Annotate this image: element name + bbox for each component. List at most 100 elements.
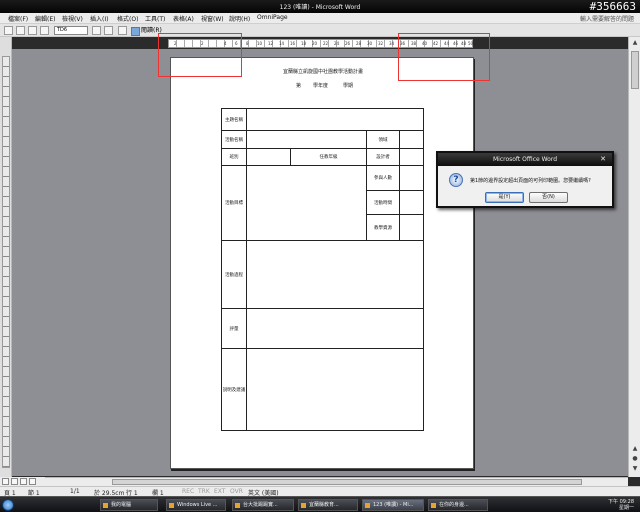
menu-bar: 檔案(F) 編輯(E) 檢視(V) 插入(I) 格式(O) 工具(T) 表格(A… bbox=[0, 13, 640, 24]
scroll-up-icon[interactable]: ▲ bbox=[631, 39, 639, 47]
taskbar-item[interactable]: 在你的身邊... bbox=[428, 499, 488, 511]
taskbar-item[interactable]: 台大批踢踢實... bbox=[232, 499, 294, 511]
window-titlebar[interactable]: 123 (唯讀) - Microsoft Word #356663 bbox=[0, 0, 640, 13]
web-layout-icon[interactable] bbox=[11, 478, 18, 485]
ruler-tick: 26 bbox=[345, 41, 351, 46]
menu-tools[interactable]: 工具(T) bbox=[145, 14, 165, 23]
status-pages: 1/1 bbox=[70, 488, 80, 495]
view-buttons bbox=[0, 477, 45, 486]
vertical-ruler[interactable] bbox=[2, 56, 10, 468]
status-bar: 頁 1 節 1 1/1 於 29.5cm 行 1 欄 1 REC TRK EXT… bbox=[0, 486, 640, 497]
status-rec[interactable]: REC bbox=[182, 488, 194, 495]
evaluation-label-cell: 評量 bbox=[221, 308, 247, 349]
class-value-cell[interactable] bbox=[246, 148, 291, 166]
document-page[interactable]: 宜蘭縣立凱旋國中社團教學活動計畫 第 學年度 學期 主題名稱 活動名稱 領域 班… bbox=[170, 57, 474, 469]
menu-help[interactable]: 說明(H) bbox=[229, 14, 250, 23]
previous-page-icon[interactable]: ▲ bbox=[631, 445, 639, 453]
status-ext[interactable]: EXT bbox=[214, 488, 225, 495]
process-value-cell[interactable] bbox=[246, 240, 424, 309]
open-icon[interactable] bbox=[16, 26, 25, 35]
menu-format[interactable]: 格式(O) bbox=[117, 14, 138, 23]
taskbar-item[interactable]: 宜蘭縣教育... bbox=[298, 499, 358, 511]
time-label-cell: 活動時間 bbox=[366, 190, 400, 215]
process-label-cell: 活動過程 bbox=[221, 240, 247, 309]
ruler-tick: 30 bbox=[367, 41, 373, 46]
subtitle-part: 學期 bbox=[343, 83, 354, 89]
windows-taskbar: 我的電腦 Windows Live ... 台大批踢踢實... 宜蘭縣教育...… bbox=[0, 496, 640, 512]
ruler-tick: 32 bbox=[378, 41, 384, 46]
ruler-tick: 12 bbox=[268, 41, 274, 46]
menu-file[interactable]: 檔案(F) bbox=[8, 14, 28, 23]
taskbar-item-active[interactable]: 123 (唯讀) - Mi... bbox=[362, 499, 424, 511]
menu-window[interactable]: 視窗(W) bbox=[201, 14, 224, 23]
vertical-scroll-thumb[interactable] bbox=[631, 51, 639, 89]
status-trk[interactable]: TRK bbox=[198, 488, 210, 495]
ruler-tick: 24 bbox=[334, 41, 340, 46]
ruler-tick: 20 bbox=[312, 41, 318, 46]
designer-label-cell: 設計者 bbox=[366, 148, 400, 166]
new-document-icon[interactable] bbox=[4, 26, 13, 35]
horizontal-scroll-thumb[interactable] bbox=[112, 479, 582, 485]
activity-label-cell: 活動名稱 bbox=[221, 130, 247, 149]
yes-button[interactable]: 是(Y) bbox=[485, 192, 524, 203]
evaluation-value-cell[interactable] bbox=[246, 308, 424, 349]
next-page-icon[interactable]: ▼ bbox=[631, 465, 639, 473]
notes-value-cell[interactable] bbox=[246, 348, 424, 431]
domain-value-cell[interactable] bbox=[399, 130, 424, 149]
class-label-cell: 班別 bbox=[221, 148, 247, 166]
menu-table[interactable]: 表格(A) bbox=[173, 14, 194, 23]
menu-edit[interactable]: 編輯(E) bbox=[35, 14, 55, 23]
participants-label-cell: 參與人數 bbox=[366, 165, 400, 191]
ruler-tick: 28 bbox=[356, 41, 362, 46]
subtitle-part: 第 bbox=[296, 83, 302, 89]
activity-value-cell[interactable] bbox=[246, 130, 367, 149]
notes-label-cell: 說明及建議 bbox=[221, 348, 247, 431]
save-icon[interactable] bbox=[28, 26, 37, 35]
topic-label-cell: 主題名稱 bbox=[221, 108, 247, 131]
normal-view-icon[interactable] bbox=[2, 478, 9, 485]
highlight-box bbox=[158, 33, 242, 77]
no-button[interactable]: 否(N) bbox=[529, 192, 568, 203]
objective-value-cell[interactable] bbox=[246, 165, 367, 241]
status-ovr[interactable]: OVR bbox=[230, 488, 243, 495]
vertical-scrollbar[interactable]: ▲ ▲ ● ▼ bbox=[628, 37, 640, 477]
print-layout-icon[interactable] bbox=[20, 478, 27, 485]
horizontal-scrollbar[interactable] bbox=[12, 477, 628, 486]
grade-label-cell: 任教年級 bbox=[290, 148, 367, 166]
designer-value-cell[interactable] bbox=[399, 148, 424, 166]
resources-value-cell[interactable] bbox=[399, 214, 424, 241]
browse-object-icon[interactable]: ● bbox=[631, 455, 639, 463]
taskbar-item[interactable]: Windows Live ... bbox=[166, 499, 226, 511]
ruler-tick: 18 bbox=[301, 41, 307, 46]
clock-day: 星期一 bbox=[618, 505, 634, 511]
outline-view-icon[interactable] bbox=[29, 478, 36, 485]
outline-icon[interactable] bbox=[92, 26, 101, 35]
dialog-title[interactable]: Microsoft Office Word bbox=[438, 153, 612, 166]
topic-value-cell[interactable] bbox=[246, 108, 424, 131]
window-title: 123 (唯讀) - Microsoft Word bbox=[279, 4, 361, 11]
start-orb-icon[interactable] bbox=[2, 499, 14, 511]
time-value-cell[interactable] bbox=[399, 190, 424, 215]
subtitle-part: 學年度 bbox=[313, 83, 329, 89]
help-question-box[interactable]: 輸入需要解答的問題 bbox=[580, 14, 634, 23]
print-icon[interactable] bbox=[40, 26, 49, 35]
formatting-toolbar: TD6 閱讀(R) bbox=[0, 24, 640, 37]
table-icon[interactable] bbox=[104, 26, 113, 35]
ruler-tick: 8 bbox=[246, 41, 249, 46]
menu-omnipage[interactable]: OmniPage bbox=[257, 14, 288, 21]
close-icon[interactable]: ✕ bbox=[598, 155, 608, 164]
columns-icon[interactable] bbox=[118, 26, 127, 35]
style-dropdown[interactable]: TD6 bbox=[54, 26, 88, 35]
system-tray: 下午 09:28 星期一 bbox=[560, 499, 638, 511]
resources-label-cell: 教學資源 bbox=[366, 214, 400, 241]
dialog-message: 第1節的邊界設定超出頁面的可列印範圍。您要繼續嗎? bbox=[470, 178, 591, 184]
clock[interactable]: 下午 09:28 星期一 bbox=[608, 499, 634, 511]
participants-value-cell[interactable] bbox=[399, 165, 424, 191]
menu-view[interactable]: 檢視(V) bbox=[62, 14, 83, 23]
highlight-box bbox=[398, 33, 490, 81]
menu-insert[interactable]: 插入(I) bbox=[90, 14, 108, 23]
grade-label: 任教年級 bbox=[319, 155, 338, 160]
ruler-tick: 34 bbox=[389, 41, 395, 46]
taskbar-item[interactable]: 我的電腦 bbox=[100, 499, 158, 511]
margin-warning-dialog: Microsoft Office Word ✕ ? 第1節的邊界設定超出頁面的可… bbox=[436, 151, 614, 208]
